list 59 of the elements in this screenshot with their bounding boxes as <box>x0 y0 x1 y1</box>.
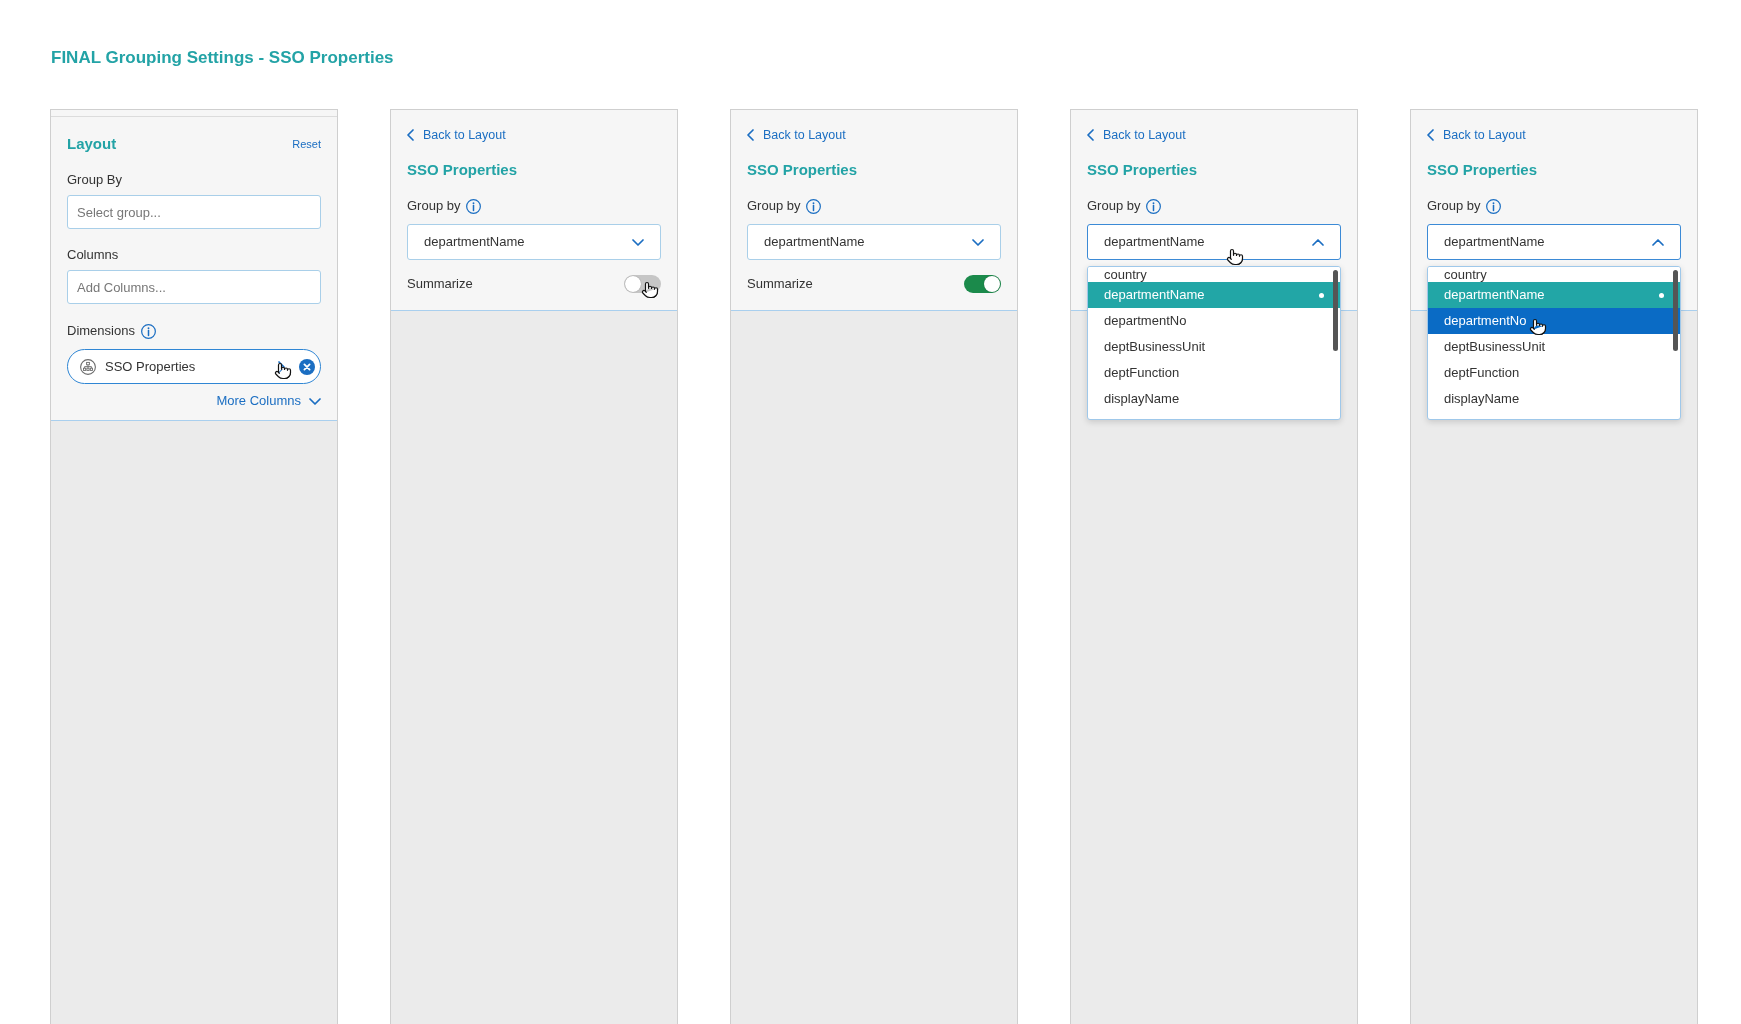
chevron-down-icon <box>309 397 321 405</box>
summarize-toggle[interactable] <box>964 275 1001 293</box>
scrollbar[interactable] <box>1333 270 1338 351</box>
dropdown-option[interactable]: deptBusinessUnit <box>1428 334 1680 360</box>
close-icon[interactable] <box>299 358 315 375</box>
info-icon[interactable] <box>1146 198 1162 214</box>
chevron-left-icon <box>407 129 414 141</box>
field-label: Group by <box>1427 198 1481 214</box>
back-link[interactable]: Back to Layout <box>1087 127 1186 143</box>
dropdown-option[interactable]: deptFunction <box>1428 360 1680 386</box>
group-by-select[interactable]: departmentName <box>1427 224 1681 260</box>
field-label: Group by <box>407 198 461 214</box>
field-label: Group by <box>747 198 801 214</box>
chevron-left-icon <box>1087 129 1094 141</box>
dropdown-option[interactable]: displayName <box>1428 386 1680 412</box>
panel-heading: SSO Properties <box>1427 160 1539 180</box>
info-icon[interactable] <box>806 198 822 214</box>
hierarchy-icon <box>80 358 96 375</box>
dropdown-option[interactable]: deptBusinessUnit <box>1088 334 1340 360</box>
info-icon[interactable] <box>466 198 482 214</box>
back-link[interactable]: Back to Layout <box>407 127 506 143</box>
dropdown-option[interactable]: departmentNo <box>1428 308 1680 334</box>
panel-heading: SSO Properties <box>407 160 519 180</box>
dimension-chip[interactable]: SSO Properties <box>67 349 321 384</box>
info-icon[interactable] <box>1486 198 1502 214</box>
field-label: Group by <box>1087 198 1141 214</box>
field-label: Dimensions <box>67 323 135 339</box>
dropdown-option[interactable]: departmentNo <box>1088 308 1340 334</box>
chevron-left-icon <box>747 129 754 141</box>
more-columns-link[interactable]: More Columns <box>216 393 321 409</box>
dropdown-option[interactable]: country <box>1428 267 1680 282</box>
chevron-down-icon <box>972 238 984 246</box>
back-link[interactable]: Back to Layout <box>1427 127 1526 143</box>
field-label: Columns <box>67 247 120 263</box>
panel-heading: SSO Properties <box>747 160 859 180</box>
panel-heading: Layout <box>67 134 117 154</box>
reset-link[interactable]: Reset <box>292 136 321 152</box>
page-title: FINAL Grouping Settings - SSO Properties <box>50 47 394 69</box>
hand-cursor-icon <box>1529 318 1547 336</box>
group-by-select[interactable]: departmentName <box>1087 224 1341 260</box>
hand-cursor-icon <box>274 362 292 380</box>
dropdown-option[interactable]: deptFunction <box>1088 360 1340 386</box>
panel-heading: SSO Properties <box>1087 160 1199 180</box>
field-label: Summarize <box>747 276 813 292</box>
input-field[interactable]: Select group... <box>67 195 321 229</box>
group-by-select[interactable]: departmentName <box>747 224 1001 260</box>
back-link[interactable]: Back to Layout <box>747 127 846 143</box>
info-icon[interactable] <box>140 323 156 339</box>
field-label: Group By <box>67 172 123 188</box>
dropdown-option[interactable]: displayName <box>1088 386 1340 412</box>
field-label: Summarize <box>407 276 473 292</box>
hand-cursor-icon <box>641 281 659 299</box>
chevron-left-icon <box>1427 129 1434 141</box>
scrollbar[interactable] <box>1673 270 1678 351</box>
chevron-up-icon <box>1652 238 1664 246</box>
chevron-down-icon <box>632 238 644 246</box>
input-field[interactable]: Add Columns... <box>67 270 321 304</box>
group-by-select[interactable]: departmentName <box>407 224 661 260</box>
chevron-up-icon <box>1312 238 1324 246</box>
